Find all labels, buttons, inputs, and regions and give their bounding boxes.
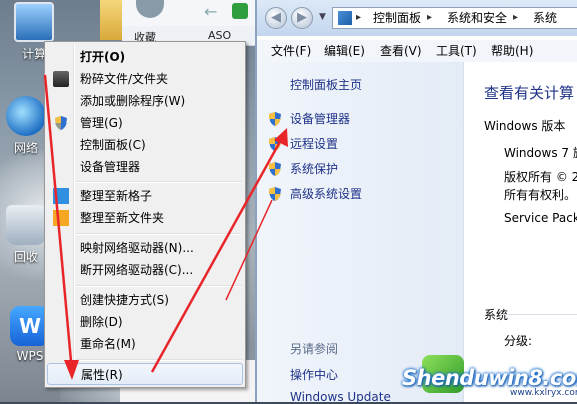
desktop-icon-label: WPS — [16, 349, 44, 363]
menu-item-map-drive[interactable]: 映射网络驱动器(N)... — [47, 237, 243, 259]
forward-button[interactable]: ▶ — [291, 7, 313, 29]
main-content: 查看有关计算 Windows 版本 Windows 7 旗 版权所有 © 2 所… — [464, 62, 577, 402]
app-icon — [232, 3, 248, 19]
folder-window-edge — [100, 0, 122, 40]
breadcrumb-separator-icon[interactable]: ▸ — [356, 8, 361, 28]
shield-icon — [269, 112, 281, 126]
avatar — [136, 0, 164, 18]
network-icon — [6, 96, 46, 136]
menu-item-new-folder[interactable]: 整理至新文件夹 — [47, 207, 243, 229]
menu-item-label: 管理(G) — [80, 116, 123, 130]
service-pack-text: Service Pack — [504, 211, 577, 225]
title-bar: ◀ ▶ ▼ ▸ 控制面板 ▸ 系统和安全 ▸ 系统 — [257, 0, 577, 36]
sidebar-link-label: 设备管理器 — [290, 112, 351, 126]
see-also-action-center[interactable]: 操作中心 — [290, 366, 338, 383]
page-title: 查看有关计算 — [484, 84, 575, 102]
menu-file[interactable]: 文件(F) — [271, 40, 311, 62]
menu-item-new-grid[interactable]: 整理至新格子 — [47, 185, 243, 207]
shield-icon — [55, 116, 67, 130]
breadcrumb-system[interactable]: 系统 — [533, 8, 557, 28]
copyright-text: 版权所有 © 2 — [504, 170, 577, 184]
address-bar[interactable]: ▸ 控制面板 ▸ 系统和安全 ▸ 系统 — [332, 7, 577, 29]
menu-separator — [76, 285, 242, 287]
menu-separator — [76, 233, 242, 235]
menu-item-label: 粉碎文件/文件夹 — [80, 72, 169, 86]
menu-item-rename[interactable]: 重命名(M) — [47, 333, 243, 355]
sidebar-link-label: 系统保护 — [290, 162, 339, 176]
control-panel-home-link[interactable]: 控制面板主页 — [290, 76, 362, 93]
back-button[interactable]: ◀ — [265, 7, 287, 29]
menu-item-label: 控制面板(C) — [80, 138, 146, 152]
menu-separator — [76, 359, 242, 361]
menu-item-control-panel[interactable]: 控制面板(C) — [47, 134, 243, 156]
see-also-heading: 另请参阅 — [290, 342, 339, 356]
menu-item-add-remove-programs[interactable]: 添加或删除程序(W) — [47, 90, 243, 112]
control-panel-window: ◀ ▶ ▼ ▸ 控制面板 ▸ 系统和安全 ▸ 系统 文件(F) 编辑(E) 查看… — [255, 0, 577, 404]
watermark-url: www.kxlryx.com — [510, 388, 577, 398]
back-arrow-icon: ← — [204, 2, 218, 21]
menu-item-manage[interactable]: 管理(G) — [47, 112, 243, 134]
menu-item-label: 映射网络驱动器(N)... — [80, 241, 194, 255]
menu-item-shred[interactable]: 粉碎文件/文件夹 — [47, 68, 243, 90]
control-panel-icon — [338, 11, 352, 25]
windows-edition-label: Windows 版本 — [484, 119, 566, 133]
menu-item-label: 断开网络驱动器(C)... — [80, 263, 194, 277]
menu-item-open[interactable]: 打开(O) — [47, 46, 243, 68]
menu-item-label: 打开(O) — [80, 50, 126, 64]
task-pane: 控制面板主页 设备管理器 远程设置 系统保护 高级系统设置 另请参阅 操作中心 … — [257, 62, 463, 404]
menu-tools[interactable]: 工具(T) — [436, 40, 477, 62]
shield-icon — [269, 187, 281, 201]
desktop-icon-label: 网络 — [13, 141, 38, 155]
desktop-icon-label: 计算 — [21, 47, 46, 61]
desktop-icon-network[interactable]: 网络 — [4, 96, 48, 156]
desktop-icon-label: 回收 — [13, 250, 38, 264]
menu-item-label: 属性(R) — [81, 368, 123, 382]
desktop-icon-recycle-bin[interactable]: 回收 — [4, 205, 48, 265]
menu-item-delete[interactable]: 删除(D) — [47, 311, 243, 333]
menu-item-label: 添加或删除程序(W) — [80, 94, 186, 108]
menu-item-label: 整理至新文件夹 — [80, 211, 165, 225]
folder-icon — [53, 210, 69, 226]
menu-view[interactable]: 查看(V) — [380, 40, 422, 62]
breadcrumb-separator-icon[interactable]: ▸ — [513, 8, 518, 28]
menu-item-properties[interactable]: 属性(R) — [47, 363, 243, 385]
section-divider — [500, 314, 577, 315]
menu-item-label: 整理至新格子 — [80, 189, 153, 203]
rights-text: 所有有权利。 — [504, 188, 577, 202]
recent-pages-chevron-icon[interactable]: ▼ — [319, 12, 326, 22]
sidebar-link-label: 远程设置 — [290, 137, 339, 151]
shield-icon — [269, 137, 281, 151]
grid-icon — [53, 188, 69, 204]
menu-item-label: 重命名(M) — [80, 337, 136, 351]
menu-item-disconnect-drive[interactable]: 断开网络驱动器(C)... — [47, 259, 243, 281]
watermark-brand: Shenduwin8.com — [402, 366, 577, 390]
watermark: Shenduwin8.com www.kxlryx.com — [402, 352, 577, 402]
computer-icon — [14, 2, 54, 42]
menu-item-create-shortcut[interactable]: 创建快捷方式(S) — [47, 289, 243, 311]
context-menu: 打开(O) 粉碎文件/文件夹 添加或删除程序(W) 管理(G) 控制面板(C) … — [44, 41, 246, 388]
menu-bar: 文件(F) 编辑(E) 查看(V) 工具(T) 帮助(H) — [257, 40, 577, 63]
edition-name: Windows 7 旗 — [504, 146, 577, 160]
menu-item-label: 删除(D) — [80, 315, 123, 329]
menu-help[interactable]: 帮助(H) — [491, 40, 533, 62]
rating-label: 分级: — [504, 334, 533, 348]
recycle-bin-icon — [6, 205, 46, 245]
menu-item-label: 创建快捷方式(S) — [80, 293, 169, 307]
sidebar-link-label: 高级系统设置 — [290, 187, 363, 201]
shield-icon — [269, 162, 281, 176]
menu-item-label: 设备管理器 — [80, 160, 141, 174]
breadcrumb-separator-icon[interactable]: ▸ — [427, 8, 432, 28]
breadcrumb-control-panel[interactable]: 控制面板 — [373, 8, 421, 28]
menu-edit[interactable]: 编辑(E) — [324, 40, 365, 62]
menu-separator — [76, 181, 242, 183]
breadcrumb-system-security[interactable]: 系统和安全 — [447, 8, 507, 28]
menu-item-device-manager[interactable]: 设备管理器 — [47, 156, 243, 178]
shredder-icon — [53, 71, 69, 87]
background-browser-window: ← 收藏 ASO — [122, 0, 255, 46]
